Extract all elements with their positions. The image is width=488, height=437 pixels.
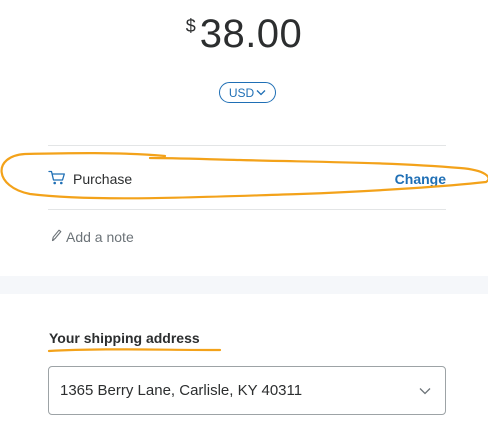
add-note-button[interactable]: Add a note (50, 228, 134, 245)
shipping-address-label: Your shipping address (49, 330, 200, 346)
payment-amount: $38.00 (0, 12, 488, 57)
cart-icon (48, 170, 73, 188)
selected-address: 1365 Berry Lane, Carlisle, KY 40311 (60, 382, 303, 399)
purchase-row: Purchase Change (48, 160, 446, 198)
divider (48, 145, 446, 146)
add-note-label: Add a note (66, 228, 134, 245)
divider (48, 209, 446, 210)
chevron-down-icon (256, 85, 266, 99)
amount-value: 38.00 (199, 12, 303, 56)
purchase-label: Purchase (73, 171, 133, 187)
currency-code: USD (228, 85, 255, 100)
pencil-icon (50, 228, 66, 245)
change-button[interactable]: Change (395, 171, 446, 187)
shipping-address-select[interactable]: 1365 Berry Lane, Carlisle, KY 40311 (48, 366, 446, 415)
currency-symbol: $ (185, 16, 196, 36)
section-separator (0, 276, 488, 294)
chevron-down-icon (419, 382, 431, 399)
underline-shipping-label (47, 348, 222, 353)
currency-select[interactable]: USD (219, 82, 276, 103)
purchase-item: Purchase (48, 170, 132, 188)
